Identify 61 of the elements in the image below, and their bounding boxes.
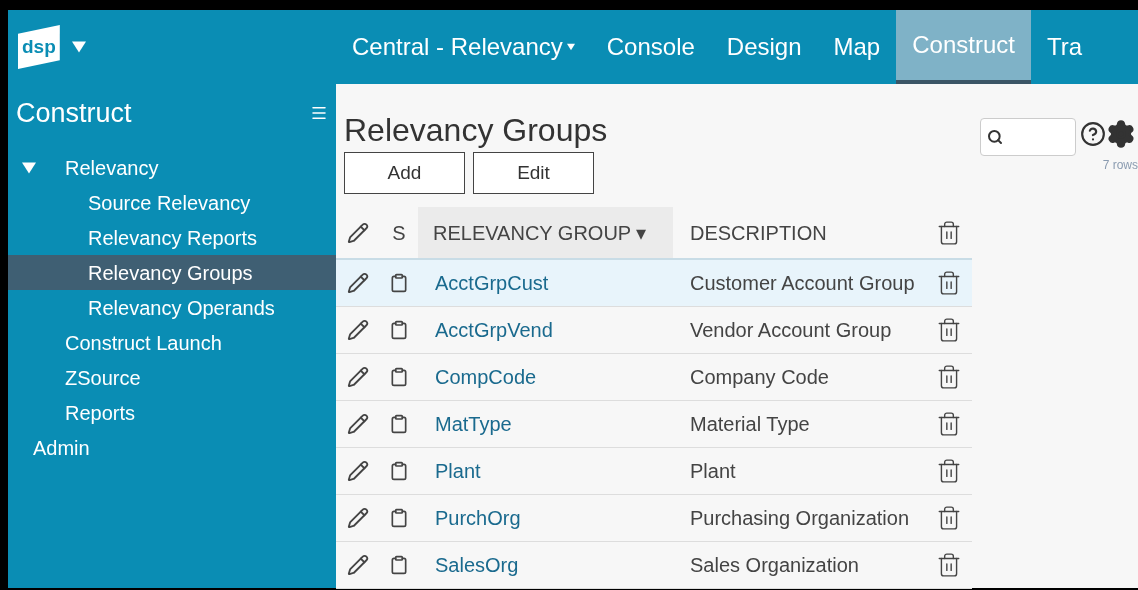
nav-tab[interactable]: Tra: [1030, 10, 1099, 84]
help-icon[interactable]: [1080, 121, 1106, 147]
sidebar-item[interactable]: Construct Launch: [8, 325, 336, 360]
nav-tab[interactable]: Design: [710, 10, 818, 84]
nav-tab[interactable]: Construct: [896, 10, 1031, 84]
sidebar-item[interactable]: Reports: [8, 395, 336, 430]
search-icon: [987, 129, 1003, 145]
edit-icon[interactable]: [347, 413, 369, 435]
edit-icon[interactable]: [347, 507, 369, 529]
toolbar-button[interactable]: Edit: [473, 152, 594, 194]
edit-icon[interactable]: [347, 366, 369, 388]
edit-icon[interactable]: [347, 460, 369, 482]
caret-icon: [566, 43, 575, 51]
sidebar-item[interactable]: ZSource: [8, 360, 336, 395]
table-cell[interactable]: PurchOrg: [435, 507, 521, 529]
clipboard-icon[interactable]: [389, 366, 409, 388]
sidebar-title: Construct: [16, 96, 132, 130]
sidebar-item[interactable]: Relevancy Operands: [8, 290, 336, 325]
sidebar-item[interactable]: Relevancy: [8, 150, 336, 185]
clipboard-icon[interactable]: [389, 272, 409, 294]
logo[interactable]: dsp: [18, 25, 60, 69]
page-title: Relevancy Groups: [343, 111, 609, 150]
nav-tab[interactable]: Console: [590, 10, 711, 84]
table-cell: Plant: [690, 460, 736, 482]
edit-icon[interactable]: [347, 272, 369, 294]
edit-icon: [347, 221, 369, 244]
table-cell: Company Code: [690, 366, 829, 388]
row-count: 7 rows: [1102, 157, 1138, 174]
caret-icon[interactable]: [22, 160, 36, 175]
toolbar-button[interactable]: Add: [344, 152, 465, 194]
column-header[interactable]: S: [380, 207, 418, 258]
sidebar-item[interactable]: Admin: [8, 430, 336, 465]
clipboard-icon[interactable]: [389, 413, 409, 435]
edit-icon[interactable]: [347, 554, 369, 576]
column-header[interactable]: DESCRIPTION: [673, 207, 925, 258]
clipboard-icon[interactable]: [389, 460, 409, 482]
table-cell: Purchasing Organization: [690, 507, 909, 529]
table-cell[interactable]: AcctGrpCust: [435, 272, 549, 294]
table-cell: Sales Organization: [690, 554, 859, 576]
table-cell[interactable]: Plant: [435, 460, 481, 482]
table-cell[interactable]: CompCode: [435, 366, 537, 388]
table-cell[interactable]: MatType: [435, 413, 512, 435]
search-field[interactable]: [980, 118, 1076, 156]
menu-caret-icon: [71, 40, 86, 54]
nav-tab[interactable]: Map: [817, 10, 897, 84]
nav-tab[interactable]: Central - Relevancy: [336, 10, 591, 84]
sidebar-item[interactable]: Relevancy Groups: [8, 255, 336, 290]
table-cell: Customer Account Group: [690, 272, 915, 294]
column-header[interactable]: RELEVANCY GROUP ▾: [418, 207, 673, 258]
settings-icon[interactable]: [1106, 119, 1136, 149]
table-cell[interactable]: SalesOrg: [435, 554, 519, 576]
table-cell: Vendor Account Group: [690, 319, 892, 341]
table-cell[interactable]: AcctGrpVend: [435, 319, 553, 341]
clipboard-icon[interactable]: [389, 507, 409, 529]
sidebar-item[interactable]: Source Relevancy: [8, 185, 336, 220]
sidebar-item[interactable]: Relevancy Reports: [8, 220, 336, 255]
edit-icon[interactable]: [347, 319, 369, 341]
menu-icon[interactable]: [310, 104, 328, 122]
table-cell: Material Type: [690, 413, 810, 435]
clipboard-icon[interactable]: [389, 319, 409, 341]
clipboard-icon[interactable]: [389, 554, 409, 576]
